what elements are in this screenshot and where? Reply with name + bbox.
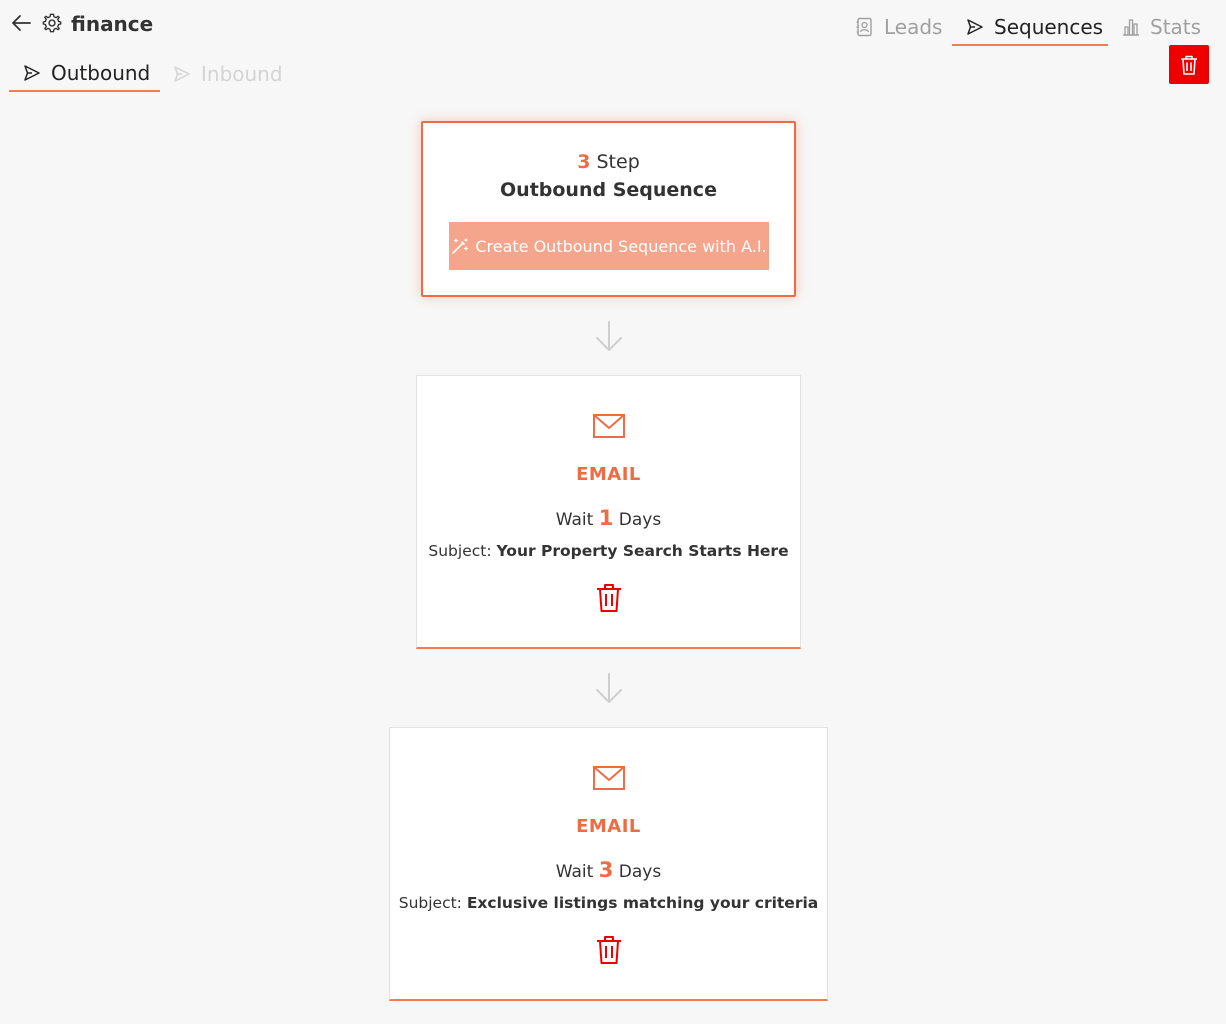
- wait-suffix: Days: [618, 510, 662, 530]
- wait-line: Wait 3 Days: [390, 858, 827, 882]
- trash-icon[interactable]: [595, 582, 623, 614]
- subject-line: Subject: Your Property Search Starts Her…: [417, 542, 800, 560]
- create-ai-sequence-label: Create Outbound Sequence with A.I.: [475, 236, 767, 256]
- sequence-step-card[interactable]: EMAIL Wait 3 Days Subject: Exclusive lis…: [389, 727, 828, 1001]
- contact-book-icon: [856, 17, 872, 37]
- nav-sequences[interactable]: Sequences: [952, 10, 1108, 46]
- subject-line: Subject: Exclusive listings matching you…: [390, 894, 827, 912]
- sequence-summary-card: 3 Step Outbound Sequence Create Outbound…: [421, 121, 796, 297]
- tab-inbound[interactable]: Inbound: [173, 55, 283, 92]
- arrow-down-icon: [596, 321, 622, 351]
- tab-inbound-label: Inbound: [201, 61, 283, 86]
- step-count: 3: [577, 151, 591, 173]
- send-icon: [174, 65, 190, 82]
- send-icon: [24, 64, 40, 81]
- wait-prefix: Wait: [555, 510, 594, 530]
- bar-chart-icon: [1123, 19, 1139, 36]
- sequence-title: Outbound Sequence: [500, 179, 717, 201]
- wait-days: 1: [598, 506, 614, 530]
- step-count-line: 3 Step: [423, 151, 794, 173]
- nav-leads[interactable]: Leads: [856, 10, 942, 44]
- nav-stats-label: Stats: [1150, 15, 1202, 39]
- delete-button[interactable]: [1169, 45, 1209, 84]
- sequence-step-card[interactable]: EMAIL Wait 1 Days Subject: Your Property…: [416, 375, 801, 649]
- nav-sequences-label: Sequences: [994, 15, 1104, 39]
- subject-label: Subject:: [428, 542, 492, 560]
- wait-prefix: Wait: [555, 862, 594, 882]
- mail-icon: [592, 766, 625, 790]
- tab-outbound[interactable]: Outbound: [9, 55, 160, 92]
- wait-suffix: Days: [618, 862, 662, 882]
- step-type: EMAIL: [576, 464, 641, 485]
- subject-label: Subject:: [398, 894, 462, 912]
- trash-icon[interactable]: [595, 934, 623, 966]
- step-type: EMAIL: [576, 816, 641, 837]
- send-icon: [967, 19, 983, 35]
- magic-wand-icon: [452, 238, 469, 254]
- gear-icon[interactable]: [41, 12, 63, 34]
- wait-days: 3: [598, 858, 614, 882]
- page: finance Leads Sequences Stats Outbound I…: [0, 0, 1226, 1024]
- wait-line: Wait 1 Days: [417, 506, 800, 530]
- tab-outbound-label: Outbound: [51, 60, 151, 85]
- back-arrow-icon[interactable]: [10, 12, 32, 34]
- create-ai-sequence-button[interactable]: Create Outbound Sequence with A.I.: [449, 222, 769, 270]
- nav-stats[interactable]: Stats: [1122, 10, 1201, 44]
- subject-text: Exclusive listings matching your criteri…: [466, 894, 819, 912]
- mail-icon: [592, 414, 625, 438]
- trash-icon: [1181, 55, 1197, 75]
- step-word: Step: [596, 151, 640, 173]
- arrow-down-icon: [596, 673, 622, 703]
- nav-leads-label: Leads: [884, 15, 943, 39]
- subject-text: Your Property Search Starts Here: [496, 542, 789, 560]
- project-title: finance: [71, 12, 154, 36]
